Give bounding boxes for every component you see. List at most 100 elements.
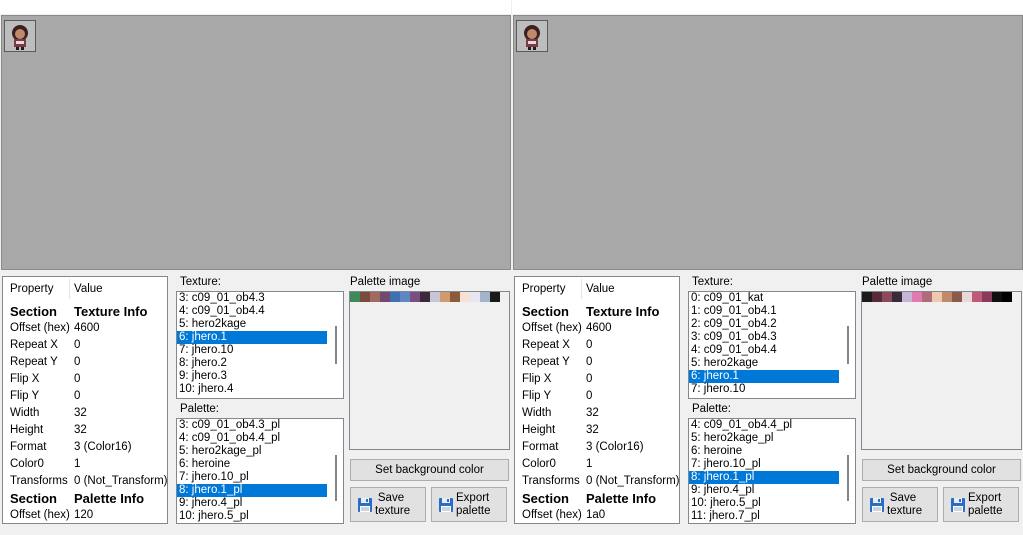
palette-swatch	[490, 292, 500, 302]
palette-swatch	[982, 292, 992, 302]
property-row[interactable]: Height 32	[515, 423, 679, 440]
palette-listbox[interactable]: 4: c09_01_ob4.4_pl 5: hero2kage_pl 6: hero…	[688, 418, 856, 524]
property-value: 120	[74, 509, 94, 521]
palette-list-item[interactable]: 7: jhero.10_pl	[689, 458, 839, 471]
palette-list-item[interactable]: 4: c09_01_ob4.4_pl	[177, 432, 327, 445]
palette-list-item[interactable]: 6: heroine	[689, 445, 839, 458]
texture-list-item[interactable]: 5: hero2kage	[177, 318, 327, 331]
column-divider[interactable]	[69, 279, 70, 299]
palette-list-item[interactable]: 11: jhero.7_pl	[689, 510, 839, 523]
texture-list-item[interactable]: 9: jhero.3	[177, 370, 327, 383]
texture-list-item[interactable]: 10: jhero.4	[177, 383, 327, 396]
property-row[interactable]: Offset (hex) 4600	[515, 321, 679, 338]
property-row[interactable]: Width 32	[515, 406, 679, 423]
palette-swatch	[922, 292, 932, 302]
property-row[interactable]: Transforms 0 (Not_Transform)	[515, 474, 679, 491]
palette-list-item[interactable]: 7: jhero.10_pl	[177, 471, 327, 484]
palette-image-box[interactable]	[861, 291, 1022, 450]
top-strip	[512, 0, 1023, 14]
property-row[interactable]: Flip Y 0	[515, 389, 679, 406]
property-key: Transforms	[10, 475, 68, 487]
palette-list-item[interactable]: 10: jhero.5_pl	[689, 497, 839, 510]
texture-list-item[interactable]: 7: jhero.10	[689, 383, 839, 396]
export-palette-button[interactable]: Export palette	[943, 487, 1019, 522]
texture-list-item[interactable]: 3: c09_01_ob4.3	[689, 331, 839, 344]
texture-listbox[interactable]: 3: c09_01_ob4.3 4: c09_01_ob4.4 5: hero2ka…	[176, 291, 344, 399]
value-column-header[interactable]: Value	[586, 283, 615, 295]
property-row[interactable]: Flip Y 0	[3, 389, 167, 406]
palette-list-item[interactable]: 5: hero2kage_pl	[689, 432, 839, 445]
property-row[interactable]: Offset (hex) 120	[3, 508, 167, 523]
property-value: 32	[74, 424, 87, 436]
palette-list-item[interactable]: 5: hero2kage_pl	[177, 445, 327, 458]
palette-listbox[interactable]: 3: c09_01_ob4.3_pl 4: c09_01_ob4.4_pl 5: h…	[176, 418, 344, 524]
texture-list-item[interactable]: 8: jhero.2	[177, 357, 327, 370]
palette-list-item[interactable]: 3: c09_01_ob4.3_pl	[177, 419, 327, 432]
palette-list-item[interactable]: 4: c09_01_ob4.4_pl	[689, 419, 839, 432]
texture-list-item[interactable]: 4: c09_01_ob4.4	[177, 305, 327, 318]
property-section-row[interactable]: Section Texture Info	[3, 304, 167, 321]
save-texture-button[interactable]: Save texture	[350, 487, 426, 522]
property-column-header[interactable]: Property	[522, 283, 565, 295]
value-column-header[interactable]: Value	[74, 283, 103, 295]
palette-list-item[interactable]: 9: jhero.4_pl	[177, 497, 327, 510]
texture-list-item[interactable]: 7: jhero.10	[177, 344, 327, 357]
property-row[interactable]: Offset (hex) 1a0	[515, 508, 679, 523]
palette-list-item[interactable]: 8: jhero.1_pl	[177, 484, 327, 497]
property-row[interactable]: Format 3 (Color16)	[3, 440, 167, 457]
palette-scrollbar-thumb[interactable]	[847, 455, 849, 501]
texture-scrollbar-thumb[interactable]	[847, 326, 849, 364]
property-row[interactable]: Repeat X 0	[515, 338, 679, 355]
texture-preview-canvas[interactable]	[513, 15, 1023, 270]
property-value: 4600	[74, 322, 100, 334]
palette-list-item[interactable]: 8: jhero.1_pl	[689, 471, 839, 484]
texture-label: Texture:	[692, 276, 733, 288]
set-background-color-button[interactable]: Set background color	[862, 459, 1021, 481]
save-texture-button[interactable]: Save texture	[862, 487, 938, 522]
property-row[interactable]: Format 3 (Color16)	[515, 440, 679, 457]
property-value: 0	[586, 373, 593, 385]
texture-list-item[interactable]: 6: jhero.1	[689, 370, 839, 383]
texture-list-item[interactable]: 6: jhero.1	[177, 331, 327, 344]
set-background-color-button[interactable]: Set background color	[350, 459, 509, 481]
property-key: Color0	[522, 458, 556, 470]
texture-scrollbar-thumb[interactable]	[335, 326, 337, 364]
property-grid[interactable]: Property Value Section Texture Info Offset…	[514, 276, 680, 524]
property-key: Repeat X	[522, 339, 570, 351]
export-label-line1: Export	[456, 492, 490, 504]
texture-preview-canvas[interactable]	[1, 15, 511, 270]
property-row[interactable]: Color0 1	[3, 457, 167, 474]
texture-list-item[interactable]: 3: c09_01_ob4.3	[177, 292, 327, 305]
property-value: 32	[586, 407, 599, 419]
texture-list-item[interactable]: 1: c09_01_ob4.1	[689, 305, 839, 318]
property-row[interactable]: Offset (hex) 4600	[3, 321, 167, 338]
palette-list-item[interactable]: 9: jhero.4_pl	[689, 484, 839, 497]
property-row[interactable]: Transforms 0 (Not_Transform)	[3, 474, 167, 491]
texture-list-item[interactable]: 2: c09_01_ob4.2	[689, 318, 839, 331]
column-divider[interactable]	[581, 279, 582, 299]
property-section-row[interactable]: Section Texture Info	[515, 304, 679, 321]
property-row[interactable]: Flip X 0	[515, 372, 679, 389]
texture-listbox[interactable]: 0: c09_01_kat 1: c09_01_ob4.1 2: c09_01_ob…	[688, 291, 856, 399]
palette-swatch	[942, 292, 952, 302]
export-palette-button[interactable]: Export palette	[431, 487, 507, 522]
property-row[interactable]: Height 32	[3, 423, 167, 440]
property-row[interactable]: Repeat Y 0	[3, 355, 167, 372]
palette-list-item[interactable]: 10: jhero.5_pl	[177, 510, 327, 523]
texture-list-item[interactable]: 4: c09_01_ob4.4	[689, 344, 839, 357]
property-row[interactable]: Flip X 0	[3, 372, 167, 389]
property-column-header[interactable]: Property	[10, 283, 53, 295]
property-section-row[interactable]: Section Palette Info	[3, 491, 167, 508]
palette-list-item[interactable]: 6: heroine	[177, 458, 327, 471]
property-row[interactable]: Color0 1	[515, 457, 679, 474]
palette-image-box[interactable]	[349, 291, 510, 450]
texture-list-item[interactable]: 5: hero2kage	[689, 357, 839, 370]
property-grid[interactable]: Property Value Section Texture Info Offset…	[2, 276, 168, 524]
texture-list-item[interactable]: 0: c09_01_kat	[689, 292, 839, 305]
property-row[interactable]: Repeat X 0	[3, 338, 167, 355]
property-row[interactable]: Repeat Y 0	[515, 355, 679, 372]
palette-scrollbar-thumb[interactable]	[335, 455, 337, 501]
property-section-row[interactable]: Section Palette Info	[515, 491, 679, 508]
property-row[interactable]: Width 32	[3, 406, 167, 423]
export-label-line2: palette	[968, 505, 1003, 517]
